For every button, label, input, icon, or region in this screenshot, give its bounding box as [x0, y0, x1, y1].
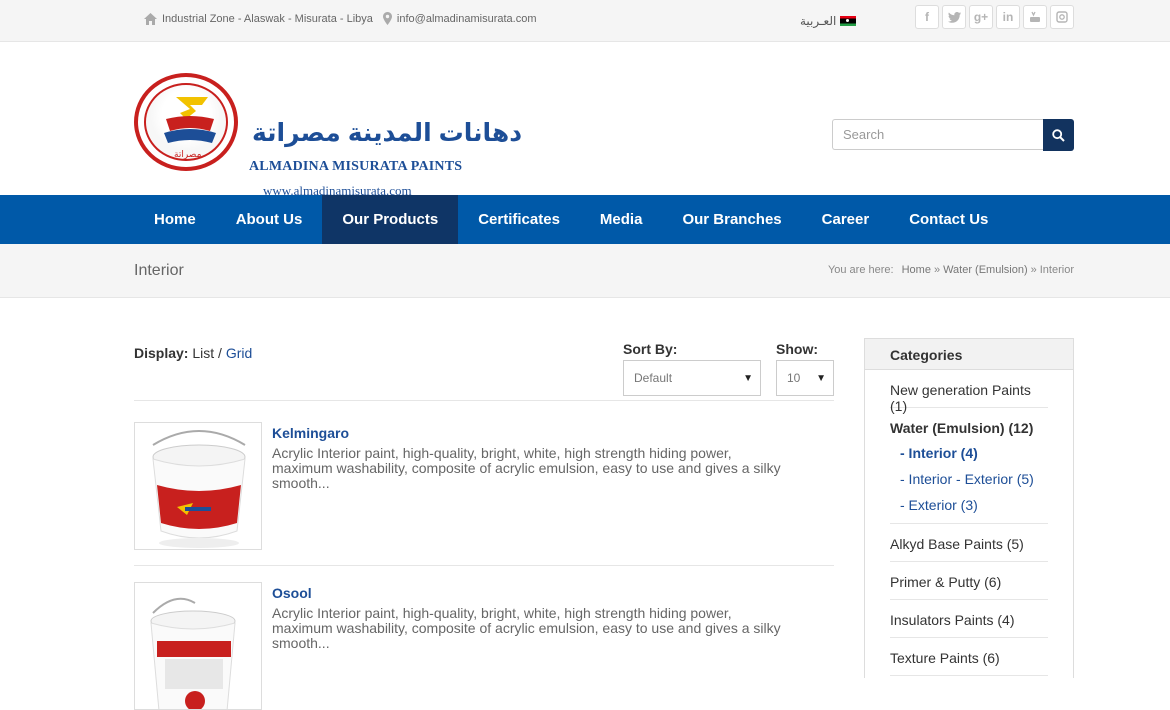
libya-flag-icon[interactable] — [840, 16, 857, 26]
logo-emblem[interactable]: مصراتة — [134, 73, 238, 171]
categories-title: Categories — [865, 339, 1073, 370]
page-title: Interior — [134, 262, 184, 279]
email-link[interactable]: info@almadinamisurata.com — [397, 13, 537, 25]
google-plus-icon[interactable]: g+ — [969, 5, 993, 29]
category-item[interactable]: Primer & Putty (6) — [890, 562, 1048, 600]
search-button[interactable] — [1043, 119, 1074, 151]
category-name[interactable]: Primer & Putty — [890, 574, 980, 590]
search-form — [832, 119, 1074, 151]
subcategory-exterior[interactable]: - Exterior (3) — [890, 496, 1048, 514]
top-bar: Industrial Zone - Alaswak - Misurata - L… — [0, 0, 1170, 42]
breadcrumb-water-emulsion[interactable]: Water (Emulsion) — [943, 264, 1028, 276]
subcategory-interior-exterior[interactable]: - Interior - Exterior (5) — [890, 470, 1048, 488]
show-group: Show: 10 ▼ — [776, 341, 834, 396]
sort-select-value: Default — [634, 371, 673, 385]
breadcrumb-separator: » — [1030, 264, 1037, 276]
logo-emblem-inner: مصراتة — [144, 83, 228, 161]
nav-item-contact-us[interactable]: Contact Us — [889, 195, 1008, 244]
instagram-icon[interactable] — [1050, 5, 1074, 29]
breadcrumb-label: You are here: — [827, 264, 894, 276]
logo-emblem-graphic: مصراتة — [164, 97, 216, 160]
product-image[interactable] — [134, 582, 262, 710]
display-toggle: Display: List / Grid — [134, 345, 252, 361]
address-text: Industrial Zone - Alaswak - Misurata - L… — [162, 12, 373, 25]
logo-arabic-text: دهانات المدينة مصراتة — [252, 119, 523, 147]
search-input[interactable] — [832, 119, 1043, 150]
facebook-icon[interactable]: f — [915, 5, 939, 29]
youtube-icon[interactable] — [1023, 5, 1047, 29]
contact-info: Industrial Zone - Alaswak - Misurata - L… — [144, 12, 546, 25]
map-marker-icon — [382, 12, 392, 25]
product-image[interactable] — [134, 422, 262, 550]
nav-item-career[interactable]: Career — [802, 195, 890, 244]
linkedin-icon[interactable]: in — [996, 5, 1020, 29]
category-name[interactable]: Insulators Paints — [890, 612, 994, 628]
divider — [134, 565, 834, 566]
display-list[interactable]: List — [192, 345, 214, 361]
category-count: (4) — [997, 612, 1015, 628]
home-icon — [144, 12, 157, 25]
email-item[interactable]: info@almadinamisurata.com — [382, 12, 537, 25]
search-icon — [1052, 128, 1065, 142]
social-links: f g+ in — [915, 5, 1077, 29]
nav-item-media[interactable]: Media — [580, 195, 663, 244]
twitter-icon[interactable] — [942, 5, 966, 29]
sort-group: Sort By: Default ▼ — [623, 341, 761, 396]
nav-list: Home About Us Our Products Certificates … — [0, 195, 1170, 244]
category-item[interactable]: Insulators Paints (4) — [890, 600, 1048, 638]
breadcrumb-separator: » — [933, 264, 941, 276]
divider — [134, 400, 834, 401]
breadcrumb: You are here: Home » Water (Emulsion) » … — [825, 264, 1074, 276]
nav-item-our-products[interactable]: Our Products — [322, 195, 459, 244]
product-name[interactable]: Kelmingaro — [272, 425, 349, 441]
category-item-expanded[interactable]: Water (Emulsion) (12) - Interior (4) - I… — [890, 408, 1048, 524]
show-select-value: 10 — [787, 371, 801, 385]
category-name[interactable]: New generation Paints — [890, 382, 1031, 398]
paint-bucket-image — [150, 597, 236, 709]
category-count: (1) — [890, 398, 908, 414]
nav-item-our-branches[interactable]: Our Branches — [662, 195, 801, 244]
category-name[interactable]: Alkyd Base Paints — [890, 536, 1003, 552]
category-count: (6) — [982, 650, 1000, 666]
categories-sidebar: Categories New generation Paints (1) Wat… — [864, 338, 1074, 678]
product-description: Acrylic Interior paint, high-quality, br… — [272, 605, 781, 651]
display-grid-link[interactable]: Grid — [226, 345, 252, 361]
caret-down-icon: ▼ — [743, 373, 753, 384]
show-label: Show: — [776, 341, 818, 357]
caret-down-icon: ▼ — [816, 373, 826, 384]
logo-english-text: ALMADINA MISURATA PAINTS — [249, 159, 463, 174]
language-switch[interactable]: العـربية — [800, 14, 857, 28]
page-title-bar: Interior You are here: Home » Water (Emu… — [0, 244, 1170, 298]
nav-item-about-us[interactable]: About Us — [216, 195, 323, 244]
product-name[interactable]: Osool — [272, 585, 312, 601]
category-name[interactable]: Water (Emulsion) (12) — [890, 420, 1048, 436]
site-header: مصراتة دهانات المدينة مصراتة ALMADINA MI… — [0, 42, 1170, 198]
nav-item-certificates[interactable]: Certificates — [458, 195, 580, 244]
address-item: Industrial Zone - Alaswak - Misurata - L… — [144, 12, 373, 25]
breadcrumb-home[interactable]: Home — [902, 264, 931, 276]
nav-item-home[interactable]: Home — [134, 195, 216, 244]
svg-text:مصراتة: مصراتة — [174, 150, 202, 160]
category-name[interactable]: Texture Paints — [890, 650, 979, 666]
main-nav: Home About Us Our Products Certificates … — [0, 195, 1170, 244]
category-count: (5) — [1006, 536, 1024, 552]
category-item[interactable]: Texture Paints (6) — [890, 638, 1048, 676]
sort-select[interactable]: Default ▼ — [623, 360, 761, 396]
display-slash: / — [218, 345, 222, 361]
display-label: Display: — [134, 345, 189, 361]
category-item[interactable]: Alkyd Base Paints (5) — [890, 524, 1048, 562]
show-select[interactable]: 10 ▼ — [776, 360, 834, 396]
breadcrumb-current: Interior — [1039, 264, 1074, 276]
paint-bucket-image — [152, 430, 246, 548]
product-description: Acrylic Interior paint, high-quality, br… — [272, 445, 781, 491]
subcategory-interior[interactable]: - Interior (4) — [890, 444, 1048, 462]
category-item[interactable]: New generation Paints (1) — [890, 370, 1048, 414]
language-label[interactable]: العـربية — [800, 14, 836, 28]
sort-label: Sort By: — [623, 341, 678, 357]
category-count: (6) — [984, 574, 1002, 590]
